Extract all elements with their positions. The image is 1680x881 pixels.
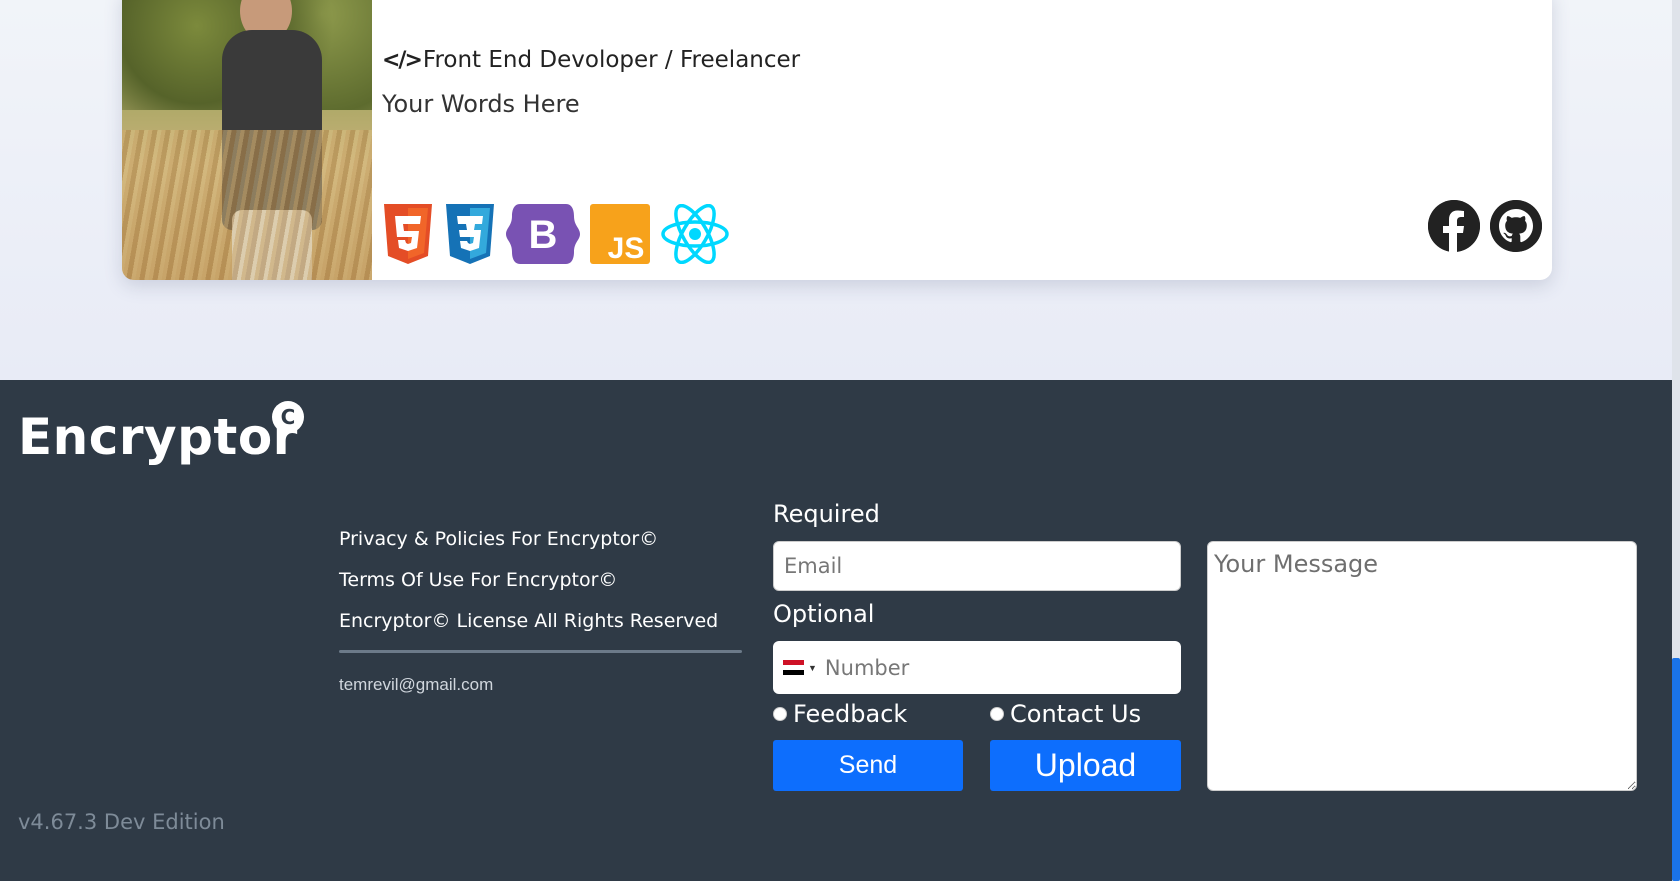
- contact-email: temrevil@gmail.com: [339, 675, 494, 694]
- radio-feedback-label: Feedback: [793, 700, 908, 728]
- react-icon: [661, 204, 729, 264]
- profile-words: Your Words Here: [382, 90, 580, 118]
- css3-icon: [446, 204, 494, 264]
- email-field[interactable]: [773, 541, 1181, 591]
- javascript-icon: JS: [590, 204, 650, 264]
- chevron-down-icon[interactable]: ▼: [808, 663, 817, 673]
- message-textarea[interactable]: [1207, 541, 1637, 791]
- radio-feedback[interactable]: Feedback: [773, 700, 907, 728]
- required-label: Required: [773, 500, 880, 528]
- social-icons: [1428, 200, 1542, 252]
- footer-divider: [339, 650, 742, 653]
- upload-button[interactable]: Upload: [990, 740, 1181, 791]
- terms-of-use-link[interactable]: Terms Of Use For Encryptor©: [339, 569, 718, 592]
- optional-label: Optional: [773, 600, 875, 628]
- version-label: v4.67.3 Dev Edition: [18, 810, 225, 834]
- bootstrap-icon: B: [506, 204, 580, 264]
- profile-card: </> Front End Devoloper / Freelancer You…: [122, 0, 1552, 280]
- profile-photo: [122, 0, 372, 280]
- egypt-flag-icon[interactable]: [783, 660, 804, 675]
- phone-field: ▼: [773, 641, 1181, 694]
- radio-contact-us[interactable]: Contact Us: [990, 700, 1141, 728]
- radio-contact-dot[interactable]: [990, 707, 1004, 721]
- code-icon: </>: [382, 47, 423, 73]
- tech-icons: B JS: [382, 204, 730, 264]
- github-icon[interactable]: [1490, 200, 1542, 252]
- number-input[interactable]: [822, 644, 1181, 691]
- copyright-mark-icon: C: [272, 401, 304, 433]
- license-link[interactable]: Encryptor© License All Rights Reserved: [339, 610, 718, 633]
- privacy-policy-link[interactable]: Privacy & Policies For Encryptor©: [339, 528, 718, 551]
- footer-links: Privacy & Policies For Encryptor© Terms …: [339, 528, 718, 651]
- radio-contact-label: Contact Us: [1010, 700, 1142, 728]
- profile-role: </> Front End Devoloper / Freelancer: [382, 47, 800, 73]
- brand-logo: Encryptor: [18, 408, 298, 466]
- profile-role-text: Front End Devoloper / Freelancer: [422, 47, 801, 73]
- send-button[interactable]: Send: [773, 740, 963, 791]
- svg-text:B: B: [529, 213, 558, 257]
- radio-feedback-dot[interactable]: [773, 707, 787, 721]
- facebook-icon[interactable]: [1428, 200, 1480, 252]
- scrollbar-thumb[interactable]: [1672, 658, 1680, 881]
- svg-text:JS: JS: [608, 232, 645, 264]
- html5-icon: [384, 204, 432, 264]
